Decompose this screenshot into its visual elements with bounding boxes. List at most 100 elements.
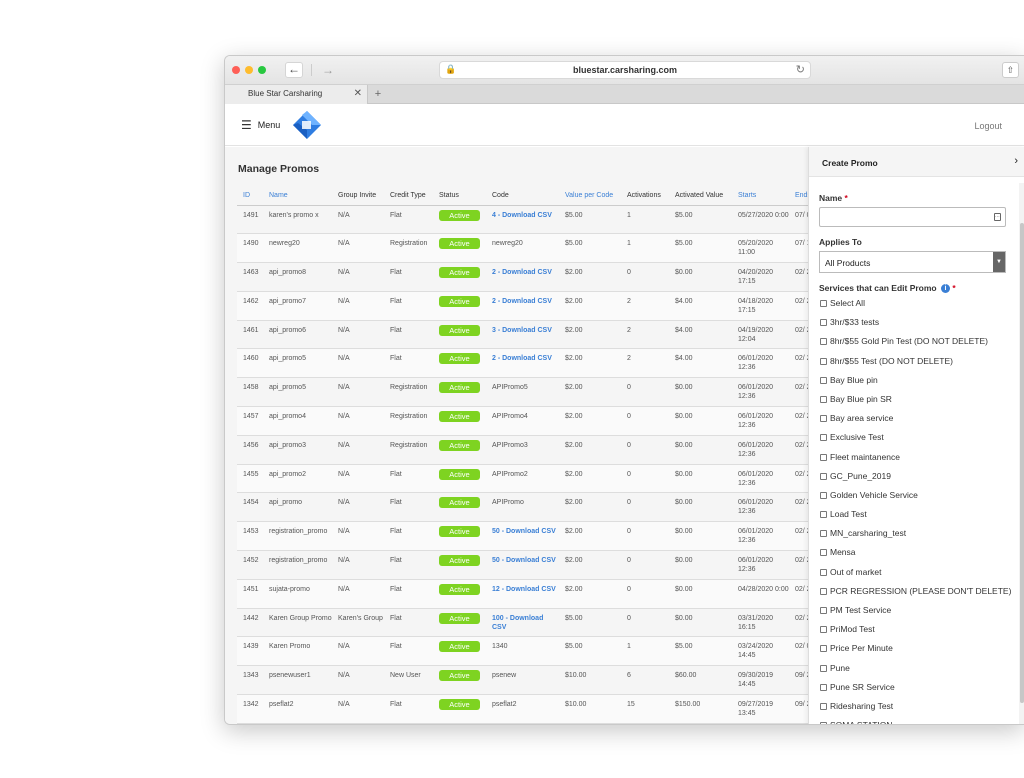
column-header[interactable]: Value per Code	[559, 187, 621, 206]
cell-group: N/A	[332, 406, 384, 436]
service-checkbox[interactable]	[820, 511, 827, 519]
scrollbar-thumb[interactable]	[1020, 223, 1024, 703]
service-checkbox[interactable]	[820, 415, 827, 423]
status-badge: Active	[439, 238, 480, 250]
service-checkbox[interactable]	[820, 491, 827, 499]
cell-starts: 04/19/2020 12:04	[732, 320, 789, 350]
service-checkbox[interactable]	[820, 549, 827, 557]
table-row: 1463 api_promo8 N/A Flat Active 2 - Download …	[237, 262, 808, 292]
autofill-icon[interactable]: ⋯	[994, 213, 1001, 221]
new-tab-icon[interactable]: +	[371, 87, 385, 101]
service-option[interactable]: Ridesharing Test	[820, 701, 1020, 720]
download-csv-link[interactable]: 100 - Download CSV	[492, 615, 543, 631]
service-checkbox[interactable]	[820, 434, 827, 442]
logout-link[interactable]: Logout	[974, 121, 1002, 131]
service-checkbox[interactable]	[820, 319, 827, 327]
service-option[interactable]: PriMod Test	[820, 624, 1020, 643]
applies-to-select[interactable]: All Products ▼	[819, 251, 1006, 273]
service-option[interactable]: SOMA STATION	[820, 720, 1020, 724]
download-csv-link[interactable]: 50 - Download CSV	[492, 528, 556, 535]
service-checkbox[interactable]	[820, 702, 827, 710]
cell-id: 1451	[237, 579, 263, 609]
service-option[interactable]: 8hr/$55 Test (DO NOT DELETE)	[820, 356, 1020, 375]
service-checkbox[interactable]	[820, 568, 827, 576]
service-checkbox[interactable]	[820, 530, 827, 538]
cell-ends: 07/ 12:	[789, 233, 808, 264]
cell-activated-value: $0.00	[669, 521, 732, 552]
cell-credit: Flat	[384, 608, 433, 638]
download-csv-link[interactable]: 2 - Download CSV	[492, 355, 552, 362]
download-csv-link[interactable]: 12 - Download CSV	[492, 586, 556, 593]
status-badge: Active	[439, 612, 480, 624]
service-option[interactable]: Pune SR Service	[820, 682, 1020, 701]
minimize-window-button[interactable]	[245, 66, 253, 74]
column-header[interactable]: Name	[263, 187, 332, 206]
download-csv-link[interactable]: 50 - Download CSV	[492, 557, 556, 564]
column-header[interactable]: Ends	[789, 187, 808, 206]
close-window-button[interactable]	[232, 66, 240, 74]
share-icon[interactable]: ⇧	[1002, 62, 1019, 78]
cell-ends: 02/ 23:	[789, 435, 808, 465]
tab-close-icon[interactable]: ✕	[354, 88, 362, 99]
info-icon[interactable]: i	[941, 284, 950, 294]
service-checkbox[interactable]	[820, 472, 827, 480]
panel-scrollbar[interactable]	[1019, 183, 1024, 724]
service-option[interactable]: PCR REGRESSION (PLEASE DON'T DELETE)	[820, 586, 1020, 605]
service-checkbox[interactable]	[820, 607, 827, 614]
menu-label: Menu	[257, 120, 281, 130]
zoom-window-button[interactable]	[258, 66, 266, 74]
cell-ends: 02/ 23:	[789, 291, 808, 321]
service-checkbox[interactable]	[820, 300, 827, 307]
cell-starts: 06/01/2020 12:36	[732, 406, 789, 436]
service-option[interactable]: Pune	[820, 663, 1020, 682]
table-row: 1490 newreg20 N/A Registration Active newreg2…	[237, 233, 808, 264]
cell-activated-value: $0.00	[669, 550, 732, 580]
service-checkbox[interactable]	[820, 453, 827, 461]
chevron-right-icon[interactable]: ›	[1014, 155, 1018, 167]
download-csv-link[interactable]: 2 - Download CSV	[492, 269, 552, 276]
service-option[interactable]: Select All	[820, 298, 1020, 317]
service-checkbox[interactable]	[820, 376, 827, 384]
service-option[interactable]: Load Test	[820, 509, 1020, 528]
table-row: 1460 api_promo5 N/A Flat Active 2 - Download …	[237, 348, 808, 379]
service-option[interactable]: 3hr/$33 tests	[820, 317, 1020, 336]
service-option[interactable]: Bay Blue pin SR	[820, 394, 1020, 413]
service-checkbox[interactable]	[820, 664, 827, 672]
service-option[interactable]: MN_carsharing_test	[820, 528, 1020, 547]
service-option[interactable]: Price Per Minute	[820, 643, 1020, 662]
download-csv-link[interactable]: 4 - Download CSV	[492, 212, 552, 219]
service-checkbox[interactable]	[820, 683, 827, 691]
download-csv-link[interactable]: 2 - Download CSV	[492, 298, 552, 305]
service-checkbox[interactable]	[820, 587, 827, 595]
service-checkbox[interactable]	[820, 357, 827, 365]
service-checkbox[interactable]	[820, 395, 827, 403]
download-csv-link[interactable]: 3 - Download CSV	[492, 327, 552, 334]
name-input[interactable]	[819, 207, 1006, 227]
service-option[interactable]: Bay Blue pin	[820, 375, 1020, 394]
service-option[interactable]: Mensa	[820, 547, 1020, 566]
service-option[interactable]: Bay area service	[820, 413, 1020, 432]
service-checkbox[interactable]	[820, 722, 827, 724]
cell-name: api_promo3	[263, 435, 332, 465]
service-checkbox[interactable]	[820, 626, 827, 634]
cell-name: pseflat2	[263, 694, 332, 724]
column-header[interactable]: ID	[237, 187, 263, 206]
forward-arrow-icon[interactable]: →	[320, 62, 336, 78]
service-checkbox[interactable]	[820, 645, 827, 653]
service-option[interactable]: 8hr/$55 Gold Pin Test (DO NOT DELETE)	[820, 336, 1020, 355]
address-bar[interactable]: 🔒 bluestar.carsharing.com ↻	[439, 61, 811, 79]
service-option[interactable]: Fleet maintanence	[820, 452, 1020, 471]
blue-star-logo[interactable]	[292, 110, 322, 140]
cell-code: psenew	[486, 665, 559, 696]
menu-button[interactable]: ☰ Menu	[241, 118, 280, 132]
service-option[interactable]: PM Test Service	[820, 605, 1020, 624]
reload-icon[interactable]: ↻	[796, 63, 805, 76]
service-checkbox[interactable]	[820, 338, 827, 346]
service-option[interactable]: GC_Pune_2019	[820, 471, 1020, 490]
tab-blue-star[interactable]: Blue Star Carsharing ✕	[225, 85, 368, 104]
column-header[interactable]: Starts	[732, 187, 789, 206]
back-arrow-icon[interactable]: ←	[285, 62, 303, 78]
service-option[interactable]: Golden Vehicle Service	[820, 490, 1020, 509]
service-option[interactable]: Exclusive Test	[820, 432, 1020, 451]
service-option[interactable]: Out of market	[820, 567, 1020, 586]
